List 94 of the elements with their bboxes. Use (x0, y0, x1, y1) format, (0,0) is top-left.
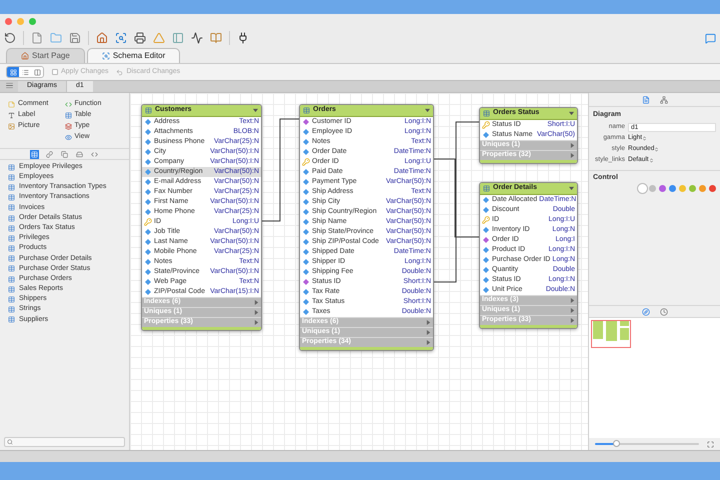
table-icon (8, 184, 15, 191)
menu-icon (6, 82, 12, 88)
table-icon (483, 185, 490, 192)
function-icon (64, 100, 72, 108)
table-icon (64, 112, 72, 118)
navigator-tab[interactable] (660, 308, 668, 316)
filter-field[interactable] (4, 437, 125, 447)
home-icon (21, 52, 29, 60)
picture-icon (8, 122, 15, 130)
inspector-tab[interactable] (642, 96, 650, 104)
letter-icon (8, 112, 15, 118)
table-icon (8, 164, 15, 171)
diagram-canvas[interactable] (130, 93, 588, 450)
hierarchy-icon (660, 96, 668, 104)
color-swatch[interactable] (679, 185, 686, 192)
list-tab[interactable] (45, 150, 54, 158)
table-icon (8, 255, 15, 262)
table-node[interactable] (299, 104, 434, 351)
panel-icon (172, 32, 184, 44)
table-icon (8, 234, 15, 242)
compass-icon (642, 308, 650, 316)
table-icon (8, 265, 15, 272)
table-icon (31, 150, 38, 158)
view-icon (64, 134, 72, 140)
folder-icon (50, 32, 62, 44)
table-icon (145, 107, 152, 114)
stepper-icon (642, 136, 648, 140)
table-node[interactable] (479, 182, 578, 329)
save-icon (69, 32, 81, 44)
color-swatch[interactable] (659, 185, 666, 192)
color-swatch[interactable] (639, 185, 646, 192)
disk-icon (76, 150, 83, 158)
list-icon (22, 68, 28, 76)
table-icon (483, 110, 490, 117)
table-icon (8, 276, 15, 283)
table-icon (8, 194, 15, 202)
clock-icon (660, 308, 668, 316)
view-toggle[interactable] (31, 67, 43, 77)
link-icon (46, 150, 53, 158)
dropdown-icon[interactable] (569, 111, 574, 116)
dropdown-icon[interactable] (253, 108, 258, 113)
fit-icon[interactable] (707, 440, 714, 448)
search-icon (7, 439, 13, 445)
chart-icon (191, 32, 203, 44)
table-icon (8, 245, 15, 252)
list-tab[interactable] (75, 150, 84, 158)
book-icon (210, 32, 222, 44)
columns-icon (34, 68, 40, 76)
home-icon (96, 32, 108, 44)
table-icon (8, 174, 15, 181)
diagram-icon (10, 68, 16, 76)
navigator-tab[interactable] (642, 308, 650, 316)
document-tab[interactable]: Schema Editor (86, 48, 180, 63)
table-icon (8, 296, 15, 304)
color-swatch[interactable] (699, 185, 706, 192)
chat-icon (705, 32, 716, 44)
new-file-icon (31, 32, 43, 44)
table-node[interactable] (141, 104, 262, 331)
color-swatch[interactable] (669, 185, 676, 192)
copy-icon (61, 150, 68, 158)
table-icon (8, 204, 15, 212)
view-toggle[interactable] (7, 67, 19, 77)
maximize-icon[interactable] (29, 18, 36, 24)
table-icon (303, 107, 310, 114)
search-icon (115, 32, 127, 44)
inspector-tab[interactable] (660, 96, 668, 104)
stepper-icon (654, 146, 660, 152)
table-icon (8, 224, 15, 232)
table-icon (8, 286, 15, 293)
printer-icon (134, 32, 146, 44)
view-toggle[interactable] (19, 67, 31, 77)
color-swatch[interactable] (689, 185, 696, 192)
table-icon (8, 214, 15, 222)
plug-icon (237, 32, 249, 44)
code-icon (91, 150, 98, 158)
list-tab[interactable] (60, 150, 69, 158)
slider-thumb[interactable] (612, 440, 620, 447)
color-swatch[interactable] (649, 185, 656, 192)
color-swatch[interactable] (709, 185, 716, 192)
dropdown-icon[interactable] (569, 186, 574, 191)
minimap-drawing (591, 320, 631, 348)
table-icon (8, 316, 15, 324)
stepper-icon (648, 158, 654, 162)
list-tab[interactable] (90, 150, 99, 158)
document-icon (642, 96, 650, 104)
close-icon[interactable] (5, 18, 12, 24)
table-icon (8, 306, 15, 314)
document-tab[interactable]: Start Page (6, 48, 85, 63)
search-icon (102, 52, 110, 60)
dropdown-icon[interactable] (425, 108, 430, 113)
undo-icon (4, 32, 16, 44)
stack-icon (64, 122, 72, 130)
note-icon (8, 100, 15, 108)
undo-icon (116, 68, 124, 76)
